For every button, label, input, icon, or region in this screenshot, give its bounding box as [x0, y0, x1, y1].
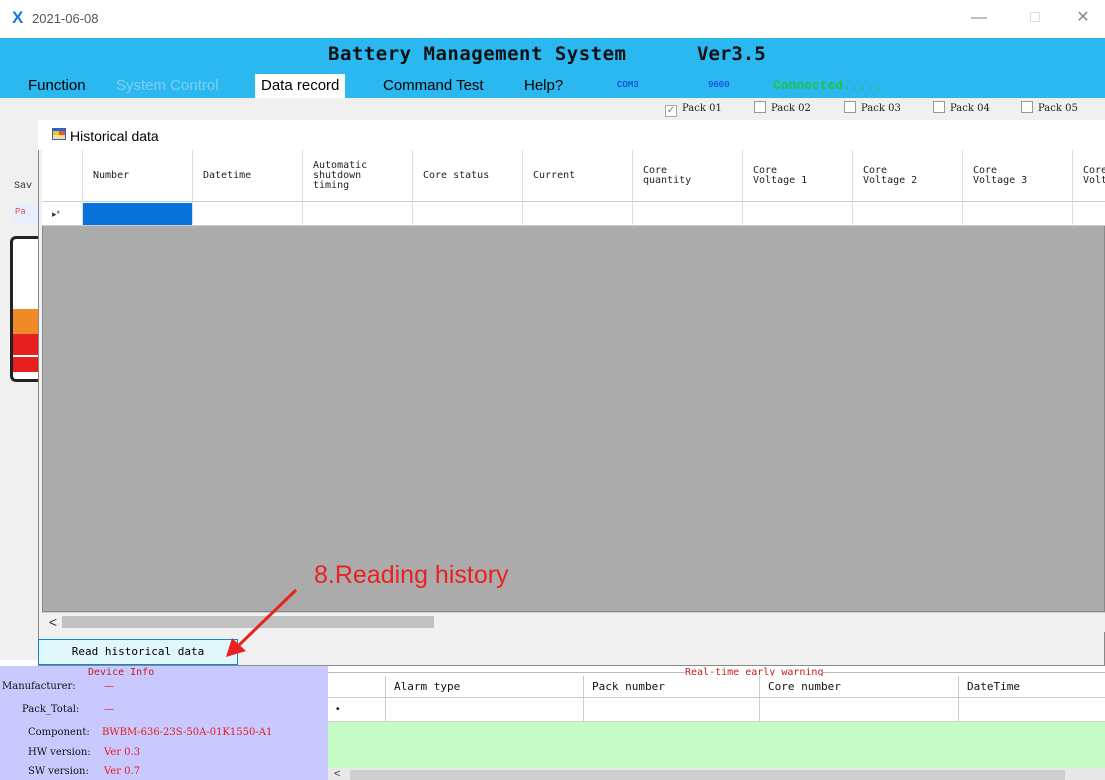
warning-grid-empty-area: [328, 722, 1105, 768]
form-icon: [52, 128, 66, 140]
component-value: BWBM-636-23S-50A-01K1550-A1: [102, 727, 273, 738]
background-panel: [0, 120, 40, 660]
row-header-corner: [42, 150, 83, 202]
minimize-button[interactable]: —: [969, 8, 989, 28]
hw-version-value: Ver 0.3: [104, 747, 141, 758]
grid-cell[interactable]: [1073, 202, 1105, 226]
grid-cell[interactable]: [743, 202, 853, 226]
checkbox-icon: [1021, 101, 1033, 113]
grid-cell[interactable]: [193, 202, 303, 226]
column-header-auto-shutdown[interactable]: Automatic shutdown timing: [303, 150, 413, 202]
battery-level-orange: [13, 309, 40, 334]
warning-scrollbar-thumb[interactable]: [350, 770, 1065, 780]
scroll-left-arrow-icon[interactable]: <: [44, 612, 62, 632]
grid-cell[interactable]: [303, 202, 413, 226]
warning-cell[interactable]: [959, 698, 1105, 722]
column-header-core-voltage-1[interactable]: Core Voltage 1: [743, 150, 853, 202]
pack-label: Pack 02: [771, 103, 811, 114]
read-historical-data-button[interactable]: Read historical data: [38, 639, 238, 665]
selected-cell[interactable]: [83, 203, 192, 225]
menu-help[interactable]: Help?: [518, 74, 569, 98]
column-header-alarm-type[interactable]: Alarm type: [386, 676, 584, 698]
column-header-core-voltage-4[interactable]: Core Volt: [1073, 150, 1105, 202]
annotation-label: 8.Reading history: [314, 561, 509, 589]
menu-data-record[interactable]: Data record: [255, 74, 346, 98]
pack-label: Pack 05: [1038, 103, 1078, 114]
manufacturer-value: —: [104, 681, 114, 692]
grid-cell[interactable]: [963, 202, 1073, 226]
close-button[interactable]: ✕: [1073, 8, 1093, 28]
checkmark-icon: ✓: [665, 105, 677, 117]
checkbox-icon: [844, 101, 856, 113]
connection-status: Connected.....: [773, 78, 883, 93]
pack-04-checkbox[interactable]: Pack 04: [933, 101, 990, 117]
battery-divider: [13, 355, 40, 357]
row-header-cell[interactable]: [42, 202, 83, 226]
app-version: Ver3.5: [697, 43, 766, 65]
sw-version-value: Ver 0.7: [104, 766, 141, 777]
component-label: Component:: [28, 727, 90, 738]
warning-cell[interactable]: [584, 698, 760, 722]
column-header-core-number[interactable]: Core number: [760, 676, 959, 698]
grid-cell[interactable]: [413, 202, 523, 226]
column-header-datetime[interactable]: DateTime: [959, 676, 1105, 698]
historical-data-titlebar: [38, 120, 1105, 150]
pack-03-checkbox[interactable]: Pack 03: [844, 101, 901, 117]
pack-total-label: Pack_Total:: [22, 704, 80, 715]
column-header-datetime[interactable]: Datetime: [193, 150, 303, 202]
pack-label: Pack 01: [682, 103, 722, 114]
checkbox-icon: [754, 101, 766, 113]
warning-cell[interactable]: [386, 698, 584, 722]
warning-header-corner: [328, 676, 386, 698]
pack-05-checkbox[interactable]: Pack 05: [1021, 101, 1078, 117]
com-port-label: COM3: [617, 80, 639, 90]
pack-01-checkbox[interactable]: ✓ Pack 01: [665, 101, 722, 117]
column-header-core-voltage-3[interactable]: Core Voltage 3: [963, 150, 1073, 202]
sw-version-label: SW version:: [28, 766, 89, 777]
hw-version-label: HW version:: [28, 747, 91, 758]
historical-data-title: Historical data: [70, 128, 159, 144]
pack-label: Pack 04: [950, 103, 990, 114]
warning-cell[interactable]: [760, 698, 959, 722]
pack-total-value: —: [104, 704, 114, 715]
grid-cell[interactable]: [853, 202, 963, 226]
pack-label: Pack 03: [861, 103, 901, 114]
device-info-title: Device Info: [88, 667, 155, 678]
grid-cell[interactable]: [523, 202, 633, 226]
grid-cell[interactable]: [633, 202, 743, 226]
warning-new-row-indicator[interactable]: •: [328, 698, 386, 722]
column-header-current[interactable]: Current: [523, 150, 633, 202]
column-header-number[interactable]: Number: [83, 150, 193, 202]
background-sav-label: Sav: [14, 181, 33, 192]
app-logo-icon: X: [12, 8, 24, 27]
battery-level-red: [13, 334, 40, 372]
window-title: 2021-06-08: [32, 11, 99, 26]
window-title-bar: [0, 0, 1105, 38]
app-title: Battery Management System: [328, 43, 627, 65]
column-header-core-status[interactable]: Core status: [413, 150, 523, 202]
menu-command-test[interactable]: Command Test: [377, 74, 490, 98]
pack-02-checkbox[interactable]: Pack 02: [754, 101, 811, 117]
column-header-pack-number[interactable]: Pack number: [584, 676, 760, 698]
checkbox-icon: [933, 101, 945, 113]
scrollbar-thumb[interactable]: [62, 616, 434, 628]
warning-scroll-left-arrow-icon[interactable]: <: [334, 768, 340, 780]
manufacturer-label: Manufacturer:: [2, 681, 76, 692]
background-pa-label: Pa: [15, 207, 26, 217]
menu-system-control[interactable]: System Control: [110, 74, 225, 98]
menu-function[interactable]: Function: [22, 74, 92, 98]
maximize-button[interactable]: □: [1025, 8, 1045, 28]
baud-rate-label: 9600: [708, 80, 730, 90]
column-header-core-voltage-2[interactable]: Core Voltage 2: [853, 150, 963, 202]
column-header-core-quantity[interactable]: Core quantity: [633, 150, 743, 202]
